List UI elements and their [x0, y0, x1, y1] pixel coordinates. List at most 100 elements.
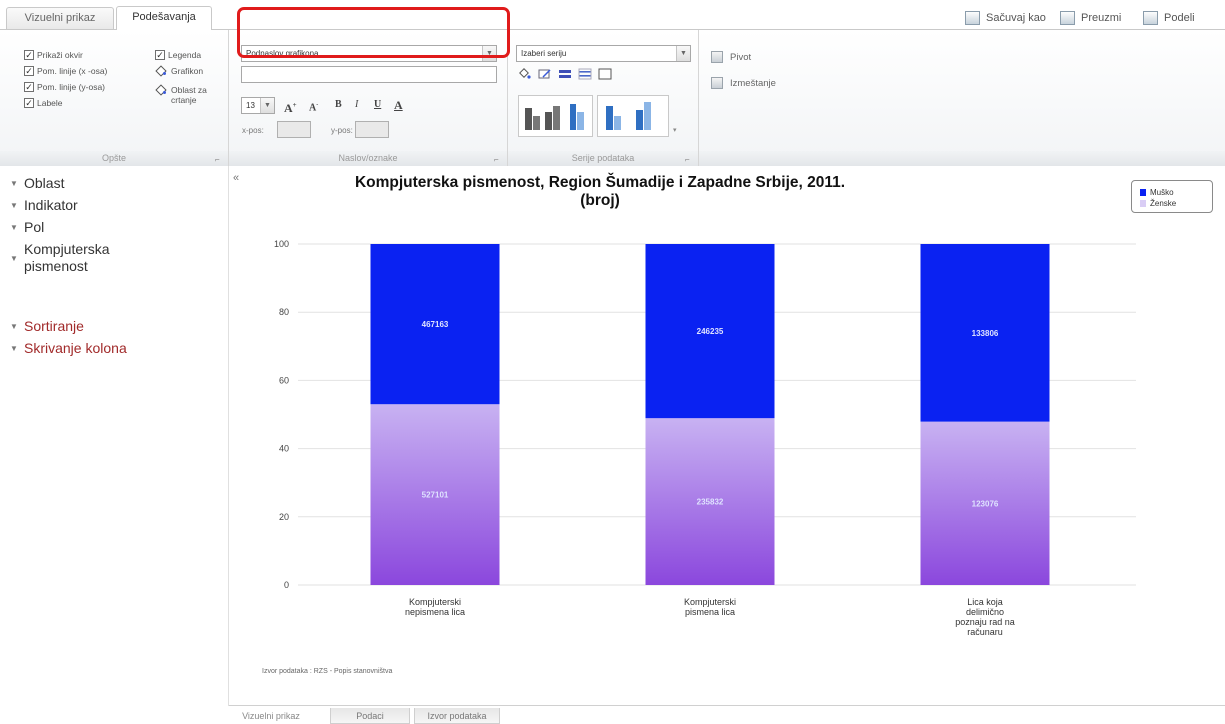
series-edit-button[interactable]	[538, 68, 552, 80]
chart-type-bar-grouped[interactable]	[518, 95, 593, 137]
x-category-label: Kompjuterski	[684, 597, 736, 607]
underline-button[interactable]: U	[374, 97, 381, 113]
series-color-button[interactable]	[518, 68, 532, 80]
y-tick-label: 0	[284, 580, 289, 590]
bold-button[interactable]: B	[335, 97, 342, 113]
save-as-button[interactable]: Sačuvaj kao	[965, 9, 1046, 27]
checkbox-box: ✓	[24, 82, 34, 92]
panel-item-indikator[interactable]: ▼ Indikator	[10, 197, 78, 214]
grid-x-label: Pom. linije (x -osa)	[37, 66, 108, 76]
series-select[interactable]: Izaberi seriju ▼	[516, 45, 691, 62]
thumb-bar	[636, 110, 643, 130]
download-label: Preuzmi	[1081, 12, 1122, 24]
panel-item-kompjuterska-pismenost[interactable]: ▼ Kompjuterska pismenost	[10, 241, 110, 275]
y-tick-label: 80	[279, 307, 289, 317]
x-pos-label: x-pos:	[242, 126, 264, 135]
data-label-male: 133806	[972, 329, 999, 338]
thin-line-button[interactable]	[578, 68, 592, 80]
collapse-panel-icon[interactable]: «	[233, 172, 239, 184]
show-frame-label: Prikaži okvir	[37, 50, 83, 60]
bottom-tab-visual[interactable]: Vizuelni prikaz	[236, 708, 306, 724]
share-button[interactable]: Podeli	[1143, 9, 1195, 27]
plot-area-label-line2: crtanje	[171, 95, 197, 105]
thumb-bar	[569, 104, 576, 130]
no-border-button[interactable]	[598, 68, 612, 80]
legend-item-male: Muško	[1140, 188, 1174, 197]
download-button[interactable]: Preuzmi	[1060, 9, 1121, 27]
chart-title-line2: (broj)	[580, 192, 620, 209]
plot-area-label: Oblast za crtanje	[171, 85, 207, 105]
ribbon: ✓ Prikaži okvir ✓ Pom. linije (x -osa) ✓…	[0, 29, 1225, 166]
italic-button[interactable]: I	[355, 97, 358, 113]
x-category-label: Lica koja	[967, 597, 1003, 607]
panel-item-oblast[interactable]: ▼ Oblast	[10, 175, 64, 192]
panel-item-label-line2: pismenost	[24, 258, 88, 274]
transpose-button[interactable]: Izmeštanje	[711, 77, 776, 89]
pivot-button[interactable]: Pivot	[711, 51, 751, 63]
series-group-label: Serije podataka	[508, 151, 698, 166]
grid-x-checkbox[interactable]: ✓ Pom. linije (x -osa)	[24, 66, 107, 76]
pivot-icon	[711, 51, 723, 63]
panel-divider	[228, 166, 229, 706]
title-select[interactable]: Podnaslov grafikona ▼	[241, 45, 497, 62]
chart-color-button[interactable]: Grafikon	[155, 66, 203, 76]
thick-lines-icon	[559, 70, 571, 78]
transpose-icon	[711, 77, 723, 89]
legend-swatch	[1140, 189, 1146, 196]
panel-item-skrivanje-kolona[interactable]: ▼ Skrivanje kolona	[10, 340, 127, 357]
series-launcher-icon[interactable]: ⌐	[685, 155, 694, 164]
y-pos-label: y-pos:	[331, 126, 353, 135]
x-pos-input[interactable]	[277, 121, 311, 138]
titles-launcher-icon[interactable]: ⌐	[494, 155, 503, 164]
chart-legend[interactable]: Muško Ženske	[1131, 180, 1213, 213]
pivot-group: Pivot Izmeštanje	[699, 30, 1225, 166]
thick-line-button[interactable]	[558, 68, 572, 80]
legend-item-female: Ženske	[1140, 199, 1176, 208]
legend-checkbox[interactable]: ✓ Legenda	[155, 50, 201, 60]
paint-bucket-icon	[519, 68, 531, 79]
panel-item-label: Pol	[24, 219, 45, 235]
share-icon	[1143, 11, 1158, 25]
general-launcher-icon[interactable]: ⌐	[215, 155, 224, 164]
grid-y-checkbox[interactable]: ✓ Pom. linije (y-osa)	[24, 82, 105, 92]
download-icon	[1060, 11, 1075, 25]
general-options-group: ✓ Prikaži okvir ✓ Pom. linije (x -osa) ✓…	[0, 30, 229, 166]
data-label-male: 467163	[422, 320, 449, 329]
labels-checkbox[interactable]: ✓ Labele	[24, 98, 63, 108]
x-category-label: nepismena lica	[405, 607, 465, 617]
checkbox-box: ✓	[24, 50, 34, 60]
chart-title-line1: Kompjuterska pismenost, Region Šumadije …	[354, 174, 846, 191]
title-text-input[interactable]	[241, 66, 497, 83]
show-frame-checkbox[interactable]: ✓ Prikaži okvir	[24, 50, 83, 60]
paint-bucket-icon	[155, 66, 167, 76]
data-label-female: 527101	[422, 491, 449, 500]
top-tab-bar: Vizuelni prikaz Podešavanja Sačuvaj kao …	[0, 0, 1225, 30]
font-size-select[interactable]: 13 ▼	[241, 97, 275, 114]
chart-type-dropdown-icon[interactable]: ▾	[673, 126, 677, 134]
y-pos-input[interactable]	[355, 121, 389, 138]
y-tick-label: 60	[279, 375, 289, 385]
stacked-bar-chart: 100806040200467163527101Kompjuterskinepi…	[274, 239, 1136, 637]
bottom-tab-data[interactable]: Podaci	[330, 708, 410, 724]
thumb-bar	[545, 112, 552, 130]
share-label: Podeli	[1164, 12, 1195, 24]
plot-area-color-button[interactable]: Oblast za crtanje	[155, 85, 207, 105]
chart-title: Kompjuterska pismenost, Region Šumadije …	[290, 174, 910, 210]
panel-item-pol[interactable]: ▼ Pol	[10, 219, 44, 236]
border-box-icon	[598, 68, 612, 80]
panel-item-label-line1: Kompjuterska	[24, 241, 110, 257]
expand-triangle-icon: ▼	[10, 179, 18, 188]
titles-group-label: Naslov/oznake	[229, 151, 507, 166]
bottom-tab-source[interactable]: Izvor podataka	[414, 708, 500, 724]
expand-triangle-icon: ▼	[10, 254, 18, 263]
chart-type-bar-blue[interactable]	[597, 95, 669, 137]
tab-settings[interactable]: Podešavanja	[116, 6, 212, 30]
font-grow-button[interactable]: A+	[284, 97, 297, 115]
tab-visual[interactable]: Vizuelni prikaz	[6, 7, 114, 29]
font-color-button[interactable]: A	[394, 97, 403, 113]
pencil-icon	[538, 69, 551, 79]
x-category-label: delimično	[966, 607, 1004, 617]
font-shrink-button[interactable]: A-	[309, 97, 318, 113]
title-select-value: Podnaslov grafikona	[246, 49, 319, 58]
panel-item-sortiranje[interactable]: ▼ Sortiranje	[10, 318, 84, 335]
